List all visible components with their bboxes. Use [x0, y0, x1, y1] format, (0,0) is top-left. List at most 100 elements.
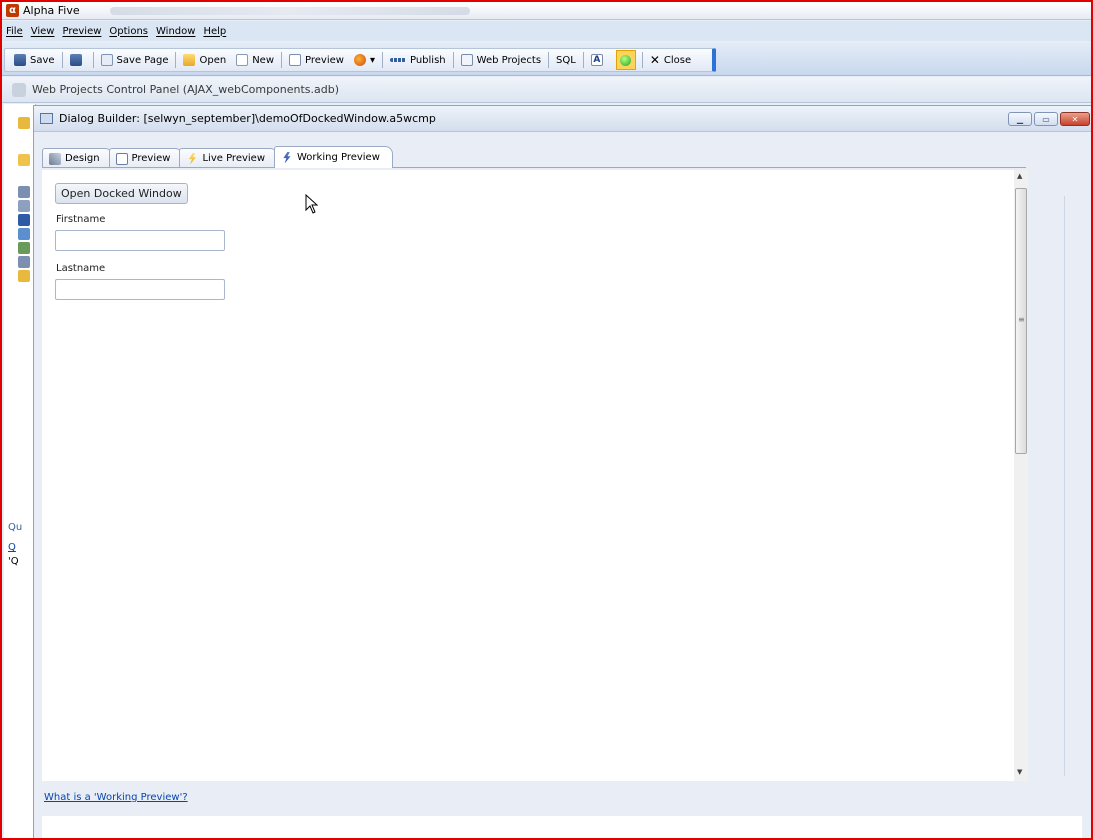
tab-live-preview[interactable]: Live Preview [179, 148, 278, 168]
menu-file[interactable]: File [6, 26, 31, 37]
menu-window[interactable]: Window [156, 26, 203, 37]
toolbar: Save Save Page Open New Preview ▾ Publis… [2, 42, 1091, 76]
scroll-down-icon[interactable]: ▼ [1017, 768, 1022, 776]
close-button[interactable]: ✕ Close [645, 50, 696, 70]
menu-options[interactable]: Options [109, 26, 156, 37]
firefox-icon [353, 54, 366, 66]
preview-icon [289, 54, 302, 66]
folder-open-icon [183, 54, 196, 66]
web-projects-icon [460, 54, 473, 66]
panel-link[interactable]: Q [8, 542, 16, 553]
working-preview-area: Open Docked Window Firstname Lastname [42, 170, 1015, 781]
publish-button[interactable]: Publish [385, 50, 451, 70]
app-title: Alpha Five [23, 4, 80, 17]
minimize-button[interactable]: ▁ [1008, 112, 1032, 126]
tab-divider [42, 167, 1026, 168]
dialog-window-icon [40, 113, 53, 124]
save-button[interactable]: Save [9, 50, 60, 70]
lastname-label: Lastname [56, 263, 106, 274]
toolbar-separator [61, 52, 63, 68]
new-document-icon [236, 54, 249, 66]
chevron-down-icon: ▾ [369, 54, 375, 66]
tab-live-preview-label: Live Preview [202, 153, 265, 164]
web-projects-button[interactable]: Web Projects [456, 50, 546, 70]
save-label: Save [30, 54, 55, 66]
folder-icon [18, 154, 30, 166]
vertical-scrollbar[interactable]: ▲ ≡ ▼ [1014, 170, 1028, 781]
tab-preview-label: Preview [131, 153, 171, 164]
side-divider [1064, 196, 1065, 776]
font-style-button[interactable]: A [586, 50, 612, 70]
save-page-button[interactable]: Save Page [96, 50, 174, 70]
browser-preview-dropdown[interactable]: ▾ [349, 50, 380, 70]
menu-preview[interactable]: Preview [62, 26, 109, 37]
toolbar-separator [92, 52, 94, 68]
toolbar-separator [281, 52, 283, 68]
panel-icon [18, 117, 30, 129]
control-panel-icon [12, 82, 26, 97]
panel-icon [18, 186, 30, 198]
working-preview-help-link[interactable]: What is a 'Working Preview'? [44, 792, 188, 803]
close-label: Close [663, 54, 692, 66]
tab-preview[interactable]: Preview [108, 148, 184, 168]
toolbar-separator [641, 52, 643, 68]
sql-button[interactable]: SQL [551, 50, 581, 70]
alpha-five-logo-icon: α [6, 4, 19, 17]
control-panel-title: Web Projects Control Panel (AJAX_webComp… [32, 83, 340, 96]
menu-view[interactable]: View [31, 26, 63, 37]
menu-bar: File View Preview Options Window Help [2, 21, 1091, 41]
lightning-icon [188, 152, 197, 165]
scroll-up-icon[interactable]: ▲ [1017, 172, 1022, 180]
title-bar-blurred-area [109, 6, 470, 15]
maximize-button[interactable]: ▭ [1034, 112, 1058, 126]
tab-design[interactable]: Design [42, 148, 113, 168]
builder-tabs: Design Preview Live Preview Working Prev… [42, 146, 393, 168]
panel-icon [18, 242, 30, 254]
save-as-button[interactable] [65, 50, 91, 70]
panel-icon [18, 228, 30, 240]
web-projects-label: Web Projects [476, 54, 542, 66]
preview-label: Preview [305, 54, 344, 66]
preview-icon [115, 152, 128, 165]
tab-working-preview-label: Working Preview [297, 152, 380, 163]
design-tools-icon [49, 152, 61, 165]
application-window: α Alpha Five File View Preview Options W… [0, 0, 1093, 840]
folder-icon [18, 270, 30, 282]
open-button[interactable]: Open [178, 50, 231, 70]
panel-text: Qu [8, 522, 23, 533]
lightning-icon [283, 151, 291, 164]
toolbar-separator [582, 52, 584, 68]
close-icon: ✕ [649, 53, 660, 67]
publish-label: Publish [409, 54, 446, 66]
new-button[interactable]: New [231, 50, 279, 70]
preview-button[interactable]: Preview [284, 50, 349, 70]
lastname-input[interactable] [55, 279, 225, 300]
tab-design-label: Design [65, 153, 100, 164]
scrollbar-grip-icon: ≡ [1018, 315, 1025, 324]
window-controls: ▁ ▭ ✕ [1006, 112, 1090, 126]
toolbar-strip: Save Save Page Open New Preview ▾ Publis… [4, 48, 716, 72]
dialog-builder-window: Dialog Builder: [selwyn_september]\demoO… [33, 105, 1091, 838]
panel-icon [18, 256, 30, 268]
save-page-icon [100, 54, 113, 66]
open-docked-window-button[interactable]: Open Docked Window [55, 183, 188, 204]
menu-help[interactable]: Help [203, 26, 234, 37]
toolbar-separator [175, 52, 177, 68]
toolbar-separator [548, 52, 550, 68]
control-panel-background: Qu Q 'Q [4, 104, 36, 838]
window-close-button[interactable]: ✕ [1060, 112, 1090, 126]
toolbar-separator [381, 52, 383, 68]
save-as-icon [69, 54, 82, 66]
font-icon: A [590, 54, 603, 66]
firstname-label: Firstname [56, 214, 106, 225]
toolbar-separator [452, 52, 454, 68]
publish-icon [389, 58, 406, 62]
tab-working-preview[interactable]: Working Preview [274, 146, 393, 168]
run-status-button[interactable] [615, 50, 636, 70]
dialog-title-bar: Dialog Builder: [selwyn_september]\demoO… [34, 106, 1091, 132]
firstname-input[interactable] [55, 230, 225, 251]
new-label: New [252, 54, 275, 66]
control-panel-bar: Web Projects Control Panel (AJAX_webComp… [2, 77, 1091, 103]
green-circle-icon [620, 54, 632, 66]
open-label: Open [199, 54, 227, 66]
